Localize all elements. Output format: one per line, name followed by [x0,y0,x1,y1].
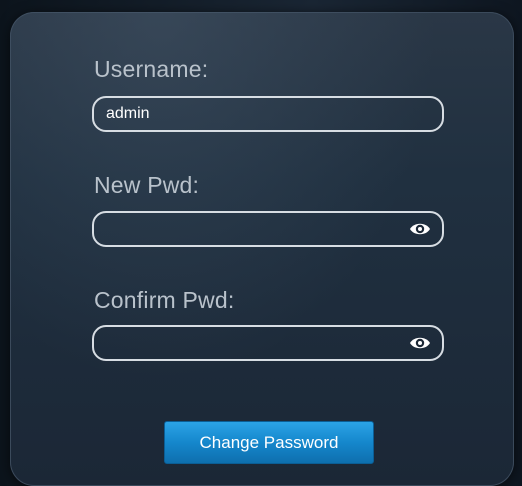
change-password-panel: Username: New Pwd: Confirm Pwd: Change P… [10,12,514,486]
new-pwd-input[interactable] [106,213,396,245]
confirm-pwd-label: Confirm Pwd: [94,287,235,313]
page: Username: New Pwd: Confirm Pwd: Change P… [0,0,522,486]
confirm-pwd-field[interactable] [92,325,444,361]
new-pwd-field[interactable] [92,211,444,247]
eye-icon[interactable] [408,219,432,239]
change-password-button[interactable]: Change Password [164,421,374,464]
username-label: Username: [94,56,209,82]
eye-icon[interactable] [408,333,432,353]
confirm-pwd-input[interactable] [106,327,396,359]
username-input[interactable] [106,98,396,130]
username-field[interactable] [92,96,444,132]
new-pwd-label: New Pwd: [94,172,200,198]
